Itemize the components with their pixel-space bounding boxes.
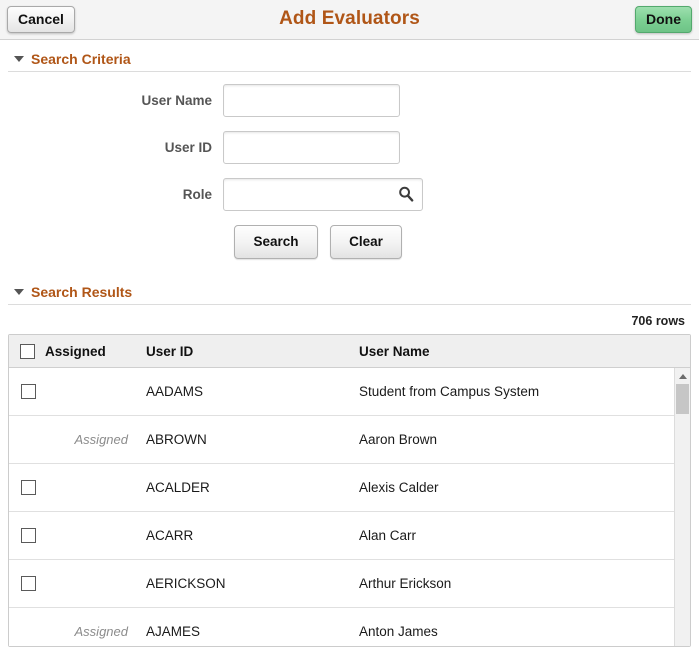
user-name-row: User Name — [8, 84, 691, 117]
table-row[interactable]: ACALDER Alexis Calder — [9, 464, 690, 512]
assigned-status: Assigned — [74, 432, 128, 447]
search-criteria-header[interactable]: Search Criteria — [8, 40, 691, 72]
row-user-name: Aaron Brown — [359, 432, 438, 447]
row-select-cell — [9, 576, 45, 591]
row-user-id: AJAMES — [146, 624, 201, 639]
role-lookup-wrapper — [223, 178, 423, 211]
search-criteria-title: Search Criteria — [31, 51, 131, 67]
search-button[interactable]: Search — [234, 225, 318, 259]
page-header: Cancel Add Evaluators Done — [0, 0, 699, 40]
table-row[interactable]: ACARR Alan Carr — [9, 512, 690, 560]
column-header-assigned-label: Assigned — [45, 343, 106, 359]
row-count-label: 706 rows — [631, 314, 685, 328]
search-results-title: Search Results — [31, 284, 133, 300]
row-checkbox[interactable] — [21, 528, 36, 543]
row-checkbox[interactable] — [21, 576, 36, 591]
table-row[interactable]: AERICKSON Arthur Erickson — [9, 560, 690, 608]
vertical-scrollbar[interactable] — [674, 368, 690, 646]
role-input[interactable] — [223, 178, 423, 211]
column-header-user-id[interactable]: User ID — [137, 344, 357, 359]
clear-button[interactable]: Clear — [330, 225, 402, 259]
row-checkbox[interactable] — [21, 480, 36, 495]
row-user-id: AERICKSON — [146, 576, 226, 591]
search-criteria-section: Search Criteria User Name User ID Role S… — [8, 40, 691, 259]
results-wrapper: 706 rows Assigned User ID User Name AADA… — [8, 305, 691, 647]
search-results-section: Search Results — [8, 273, 691, 305]
search-icon[interactable] — [397, 185, 415, 203]
row-user-name: Alan Carr — [359, 528, 417, 543]
row-user-name: Anton James — [359, 624, 438, 639]
column-header-user-id-label: User ID — [146, 343, 194, 359]
results-grid-body: AADAMS Student from Campus System Assign… — [9, 368, 690, 646]
column-header-user-name[interactable]: User Name — [357, 344, 690, 359]
user-id-row: User ID — [8, 131, 691, 164]
role-row: Role — [8, 178, 691, 211]
collapse-triangle-icon[interactable] — [14, 289, 24, 295]
row-user-name: Student from Campus System — [359, 384, 540, 399]
select-all-checkbox[interactable] — [20, 343, 35, 359]
select-all-cell — [9, 343, 45, 359]
table-row[interactable]: Assigned ABROWN Aaron Brown — [9, 416, 690, 464]
assigned-status: Assigned — [74, 624, 128, 639]
user-name-input[interactable] — [223, 84, 400, 117]
page-title: Add Evaluators — [279, 8, 420, 29]
role-label: Role — [182, 187, 212, 202]
results-grid-header: Assigned User ID User Name — [9, 335, 690, 368]
results-grid: Assigned User ID User Name AADAMS Studen… — [8, 334, 691, 647]
user-id-input[interactable] — [223, 131, 400, 164]
column-header-assigned[interactable]: Assigned — [45, 344, 137, 359]
done-button[interactable]: Done — [635, 6, 692, 33]
table-row[interactable]: AADAMS Student from Campus System — [9, 368, 690, 416]
chevron-up-icon — [678, 373, 687, 379]
row-checkbox[interactable] — [21, 384, 36, 399]
row-user-name: Alexis Calder — [359, 480, 439, 495]
row-select-cell — [9, 384, 45, 399]
user-id-label: User ID — [164, 140, 212, 155]
row-select-cell — [9, 480, 45, 495]
column-header-user-name-label: User Name — [359, 343, 430, 359]
row-user-id: AADAMS — [146, 384, 204, 399]
row-select-cell — [9, 528, 45, 543]
user-name-label: User Name — [141, 93, 212, 108]
row-assigned-cell: Assigned — [45, 624, 137, 639]
scrollbar-thumb[interactable] — [676, 384, 689, 414]
row-user-id: ACARR — [146, 528, 194, 543]
row-assigned-cell: Assigned — [45, 432, 137, 447]
search-results-header[interactable]: Search Results — [8, 273, 691, 305]
row-user-name: Arthur Erickson — [359, 576, 452, 591]
collapse-triangle-icon[interactable] — [14, 56, 24, 62]
row-user-id: ABROWN — [146, 432, 207, 447]
search-actions: Search Clear — [234, 225, 691, 259]
search-criteria-form: User Name User ID Role Search Clear — [8, 72, 691, 259]
scroll-up-button[interactable] — [675, 368, 690, 384]
table-row[interactable]: Assigned AJAMES Anton James — [9, 608, 690, 646]
row-user-id: ACALDER — [146, 480, 210, 495]
